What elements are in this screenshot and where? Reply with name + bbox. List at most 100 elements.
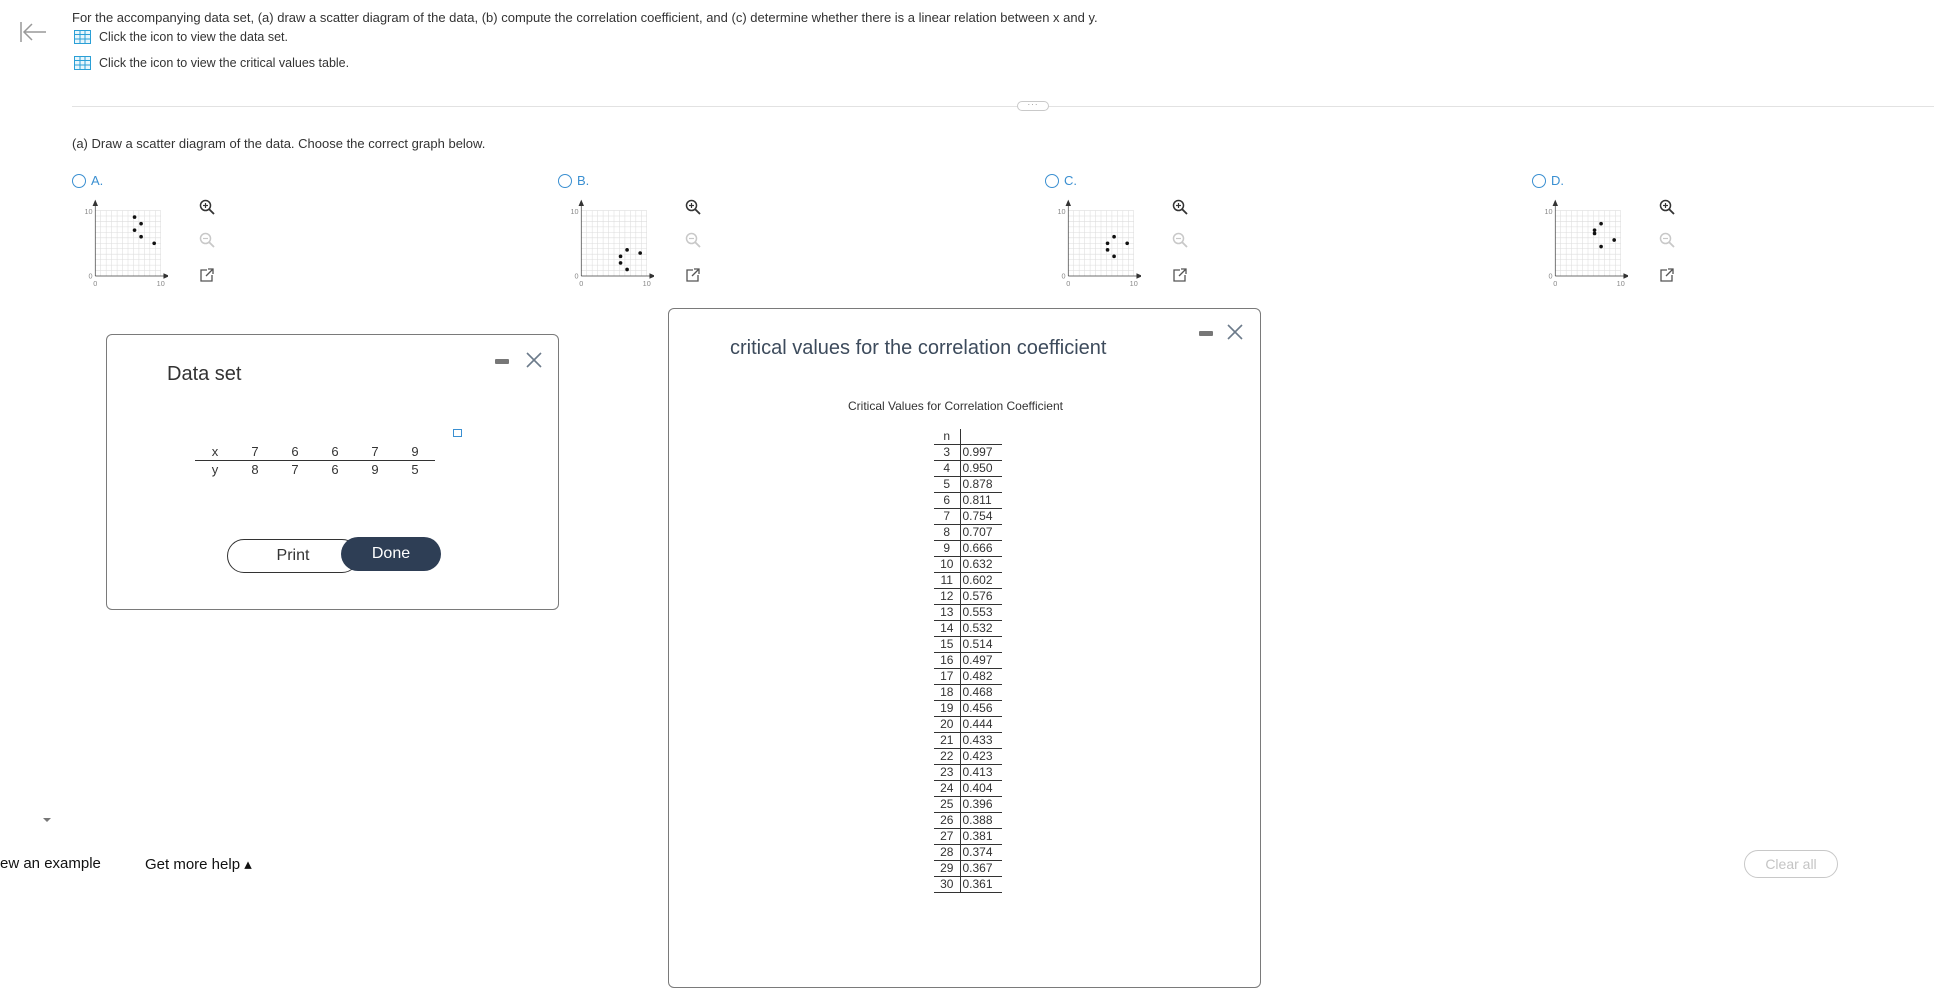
y-min-label: 0 <box>574 272 578 281</box>
scatter-graph: 10 00 10 <box>84 199 168 288</box>
scatter-point <box>1112 254 1116 259</box>
clear-all-button[interactable]: Clear all <box>1744 850 1838 878</box>
table-icon[interactable] <box>74 56 91 70</box>
minimize-icon[interactable] <box>495 359 509 364</box>
critical-value-cell: 0.666 <box>960 540 1002 557</box>
n-cell: 23 <box>934 764 961 781</box>
radio-button[interactable] <box>558 173 572 188</box>
table-row: 3 0.997 <box>934 444 1002 461</box>
close-icon[interactable] <box>1226 323 1244 341</box>
table-row: 21 0.433 <box>934 732 1002 749</box>
critical-value-cell: 0.632 <box>960 556 1002 573</box>
scatter-graph: 10 00 10 <box>1057 199 1141 288</box>
view-data-set-link[interactable]: Click the icon to view the data set. <box>74 30 288 44</box>
minimize-icon[interactable] <box>1199 331 1213 336</box>
critical-value-cell: 0.423 <box>960 748 1002 765</box>
n-cell: 5 <box>934 476 961 493</box>
table-row: 16 0.497 <box>934 652 1002 669</box>
option-b[interactable]: B. <box>558 173 589 188</box>
scatter-point <box>618 254 623 259</box>
table-row: 18 0.468 <box>934 684 1002 701</box>
table-row: 8 0.707 <box>934 524 1002 541</box>
question-prompt: For the accompanying data set, (a) draw … <box>72 10 1098 25</box>
critical-value-cell: 0.374 <box>960 844 1002 861</box>
table-row: 4 0.950 <box>934 460 1002 477</box>
zoom-in-icon[interactable] <box>1171 198 1189 216</box>
n-cell: 26 <box>934 812 961 829</box>
critical-value-cell: 0.367 <box>960 860 1002 877</box>
y-value-cell: 8 <box>251 462 259 477</box>
popout-icon[interactable] <box>198 266 216 284</box>
radio-button[interactable] <box>72 173 86 188</box>
x-max-label: 10 <box>643 279 651 288</box>
radio-button[interactable] <box>1045 173 1059 188</box>
critical-values-dialog: critical values for the correlation coef… <box>668 308 1261 988</box>
zoom-out-icon[interactable] <box>198 231 216 249</box>
n-cell: 17 <box>934 668 961 685</box>
print-button[interactable]: Print <box>227 539 359 573</box>
critical-value-cell: 0.444 <box>960 716 1002 733</box>
x-value-cell: 6 <box>315 443 355 461</box>
zoom-in-icon[interactable] <box>684 198 702 216</box>
n-cell: 16 <box>934 652 961 669</box>
critical-value-cell: 0.433 <box>960 732 1002 749</box>
option-label: B. <box>577 173 590 188</box>
critical-value-cell: 0.413 <box>960 764 1002 781</box>
table-row: 26 0.388 <box>934 812 1002 829</box>
table-row: 5 0.878 <box>934 476 1002 493</box>
table-row: 29 0.367 <box>934 860 1002 877</box>
critical-value-cell: 0.997 <box>960 444 1002 461</box>
scatter-point <box>139 234 143 239</box>
critical-value-cell: 0.811 <box>960 492 1002 509</box>
scatter-point <box>132 215 137 219</box>
y-min-label: 0 <box>1548 272 1552 281</box>
option-d[interactable]: D. <box>1532 173 1564 188</box>
n-cell: 7 <box>934 508 961 525</box>
expand-table-icon[interactable] <box>453 429 462 437</box>
scatter-point <box>1105 248 1110 252</box>
scatter-point <box>618 261 623 265</box>
zoom-out-icon[interactable] <box>1171 231 1189 249</box>
n-cell: 21 <box>934 732 961 749</box>
critical-value-cell: 0.878 <box>960 476 1002 493</box>
n-cell: 4 <box>934 460 961 477</box>
scatter-point <box>152 241 156 246</box>
critical-values-caption: Critical Values for Correlation Coeffici… <box>848 399 1063 413</box>
caret-down-icon[interactable] <box>42 816 52 824</box>
table-row: 28 0.374 <box>934 844 1002 861</box>
n-cell: 24 <box>934 780 961 797</box>
critical-value-cell: 0.950 <box>960 460 1002 477</box>
radio-button[interactable] <box>1532 173 1546 188</box>
resize-handle[interactable]: ··· <box>1017 101 1049 111</box>
zoom-in-icon[interactable] <box>1658 198 1676 216</box>
zoom-in-icon[interactable] <box>198 198 216 216</box>
option-c[interactable]: C. <box>1045 173 1077 188</box>
critical-value-cell: 0.388 <box>960 812 1002 829</box>
close-icon[interactable] <box>525 351 543 369</box>
y-value-cell: 5 <box>411 462 419 477</box>
critical-value-cell: 0.602 <box>960 572 1002 589</box>
zoom-out-icon[interactable] <box>1658 231 1676 249</box>
table-icon[interactable] <box>74 30 91 44</box>
scatter-point <box>638 251 642 255</box>
view-critical-values-link[interactable]: Click the icon to view the critical valu… <box>74 56 349 70</box>
n-cell: 10 <box>934 556 961 573</box>
view-example-link[interactable]: ew an example <box>0 855 101 872</box>
zoom-out-icon[interactable] <box>684 231 702 249</box>
get-more-help-link[interactable]: Get more help ▴ <box>145 855 252 873</box>
popout-icon[interactable] <box>1658 266 1676 284</box>
n-cell: 18 <box>934 684 961 701</box>
y-value-cell: 9 <box>371 462 379 477</box>
n-cell: 14 <box>934 620 961 637</box>
done-button[interactable]: Done <box>341 537 441 571</box>
popout-icon[interactable] <box>1171 266 1189 284</box>
view-critical-values-text: Click the icon to view the critical valu… <box>99 56 350 70</box>
option-a[interactable]: A. <box>72 173 103 188</box>
x-min-label: 0 <box>1553 279 1557 288</box>
scatter-point <box>132 228 137 232</box>
x-min-label: 0 <box>93 279 97 288</box>
critical-value-cell: 0.396 <box>960 796 1002 813</box>
back-arrow-icon[interactable] <box>18 20 48 44</box>
popout-icon[interactable] <box>684 266 702 284</box>
critical-value-cell: 0.553 <box>960 604 1002 621</box>
